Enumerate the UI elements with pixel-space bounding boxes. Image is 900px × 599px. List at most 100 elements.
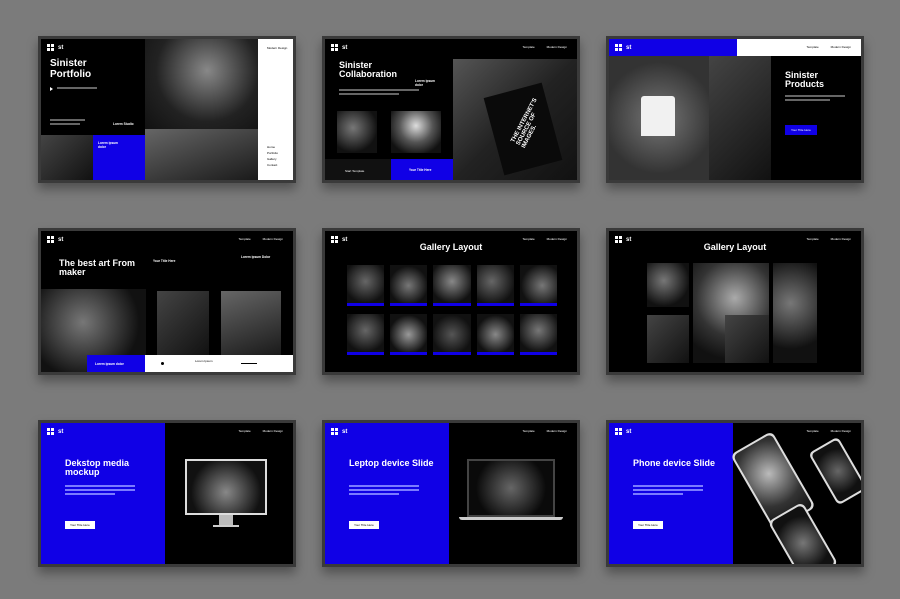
gallery-photo[interactable] <box>519 265 557 306</box>
bottom-white-bar: Lorem Ipsum <box>145 355 293 372</box>
logo: st <box>615 236 631 243</box>
gallery-photo[interactable] <box>476 265 514 306</box>
nav-item[interactable]: Template <box>806 429 818 433</box>
menu-item[interactable]: Contact <box>267 162 278 168</box>
slide-title: Sinister Products <box>785 70 825 90</box>
nav-item[interactable]: Template <box>522 45 534 49</box>
nav-item[interactable]: Template <box>522 429 534 433</box>
photo-tote-bag: THE INTERNET'S SOURCE OF IMAGES. <box>453 59 577 180</box>
nav-item[interactable]: Modern Design <box>547 45 567 49</box>
nav-item[interactable]: Modern Design <box>831 237 851 241</box>
nav-item[interactable]: Modern Design <box>831 45 851 49</box>
slide-title: Sinister Collaboration <box>339 60 397 80</box>
top-nav: Template Modern Design <box>522 429 567 433</box>
photo-tshirt-wall <box>609 56 709 180</box>
nav-item[interactable]: Template <box>806 45 818 49</box>
gallery-photo[interactable] <box>347 265 385 306</box>
label: Lorem Studio <box>113 122 134 126</box>
top-nav: Template Modern Design <box>238 237 283 241</box>
arrow-icon[interactable] <box>241 363 257 364</box>
logo: st <box>331 236 347 243</box>
logo-text: st <box>342 44 348 51</box>
phone-mockup-3 <box>808 436 861 506</box>
logo-text: st <box>58 44 64 51</box>
nav-item[interactable]: Modern Design <box>831 429 851 433</box>
blue-button-strip[interactable]: Lorem ipsum dolor <box>87 355 145 372</box>
nav-item[interactable]: Modern Design <box>263 237 283 241</box>
right-heading: Lorem ipsum Dolor <box>241 255 271 259</box>
title-button[interactable]: Your Title Here <box>65 521 95 529</box>
slide-phone-device[interactable]: st Template Modern Design Phone device S… <box>606 420 864 567</box>
slide-best-art[interactable]: st Template Modern Design The best art F… <box>38 228 296 375</box>
logo-grid-icon <box>331 428 338 435</box>
logo: st <box>47 44 63 51</box>
photo-interior <box>157 291 209 355</box>
blue-strip-label[interactable]: Your Title Here <box>409 168 431 172</box>
slide-sinister-collaboration[interactable]: st Template Modern Design Sinister Colla… <box>322 36 580 183</box>
caption: Your Title Here <box>153 259 176 263</box>
nav-item[interactable]: Modern Design <box>547 237 567 241</box>
text-block <box>785 95 845 103</box>
gallery-photo-man[interactable] <box>647 315 689 363</box>
slide-gallery-layout-2[interactable]: st Template Modern Design Gallery Layout <box>606 228 864 375</box>
nav-item[interactable]: Template <box>806 237 818 241</box>
top-nav: Template Modern Design <box>806 429 851 433</box>
gallery-photo-cap[interactable] <box>725 315 769 363</box>
gallery-photo[interactable] <box>390 265 428 306</box>
top-nav: Template Modern Design <box>806 237 851 241</box>
logo-grid-icon <box>331 236 338 243</box>
text-block <box>57 87 97 91</box>
gallery-photo[interactable] <box>433 265 471 306</box>
logo: st <box>47 428 63 435</box>
title-button[interactable]: Your Title Here <box>785 125 817 135</box>
bullet-icon <box>161 362 164 365</box>
slide-title: Sinister Portfolio <box>50 58 92 80</box>
slide-gallery-layout-1[interactable]: st Template Modern Design Gallery Layout <box>322 228 580 375</box>
slide-sinister-portfolio[interactable]: st Sinister Portfolio Modern Design Home… <box>38 36 296 183</box>
text-block <box>633 485 703 497</box>
laptop-screen <box>467 459 555 517</box>
photo-window <box>221 291 281 355</box>
blue-panel: Lorem ipsum dolor <box>93 135 145 180</box>
nav-item[interactable]: Template <box>238 429 250 433</box>
title-button[interactable]: Your Title Here <box>349 521 379 529</box>
logo-text: st <box>626 236 632 243</box>
logo-text: st <box>626 428 632 435</box>
logo-grid-icon <box>331 44 338 51</box>
photo-man <box>337 111 377 153</box>
top-nav: Template Modern Design <box>806 45 851 49</box>
nav-item[interactable]: Template <box>238 237 250 241</box>
slide-desktop-mockup[interactable]: st Template Modern Design Dekstop media … <box>38 420 296 567</box>
bar-text: Lorem Ipsum <box>195 359 213 363</box>
gallery-photo-masked[interactable] <box>773 263 817 363</box>
logo: st <box>331 44 347 51</box>
start-template-button[interactable]: Start Template <box>339 166 370 176</box>
nav-item[interactable]: Modern Design <box>547 429 567 433</box>
gallery-photo[interactable] <box>519 314 557 355</box>
gallery-photo[interactable] <box>476 314 514 355</box>
top-nav: Template Modern Design <box>522 45 567 49</box>
play-icon <box>50 87 53 91</box>
slide-title: Dekstop media mockup <box>65 458 130 478</box>
gallery-photo[interactable] <box>347 314 385 355</box>
photo-cap-man <box>391 111 441 153</box>
title-button[interactable]: Your Title Here <box>633 521 663 529</box>
subtitle: Lorem ipsum dolor <box>415 79 436 87</box>
gallery-photo[interactable] <box>390 314 428 355</box>
monitor-screen <box>187 461 265 513</box>
slide-sinister-products[interactable]: st Template Modern Design Sinister Produ… <box>606 36 864 183</box>
nav-item[interactable]: Template <box>522 237 534 241</box>
slide-title: Gallery Layout <box>703 242 767 252</box>
gallery-photo[interactable] <box>433 314 471 355</box>
nav-item[interactable]: Modern Design <box>267 46 287 50</box>
gallery-photo-neon[interactable] <box>647 263 689 307</box>
logo-text: st <box>58 236 64 243</box>
logo-grid-icon <box>47 236 54 243</box>
photo-earbuds <box>145 39 258 129</box>
tshirt <box>641 96 675 136</box>
logo-text: st <box>58 428 64 435</box>
nav-item[interactable]: Modern Design <box>263 429 283 433</box>
side-menu: Modern Design Home Portfolio Gallery Con… <box>258 39 293 180</box>
slide-laptop-device[interactable]: st Template Modern Design Leptop device … <box>322 420 580 567</box>
top-nav: Template Modern Design <box>522 237 567 241</box>
